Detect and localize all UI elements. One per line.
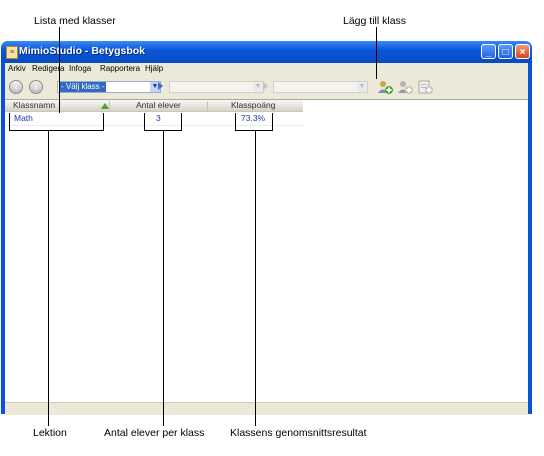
menu-hjalp[interactable]: Hjälp (145, 64, 163, 73)
callout-line-add-class (376, 27, 377, 79)
callout-bracket-lesson (9, 113, 10, 130)
class-select[interactable]: - Välj klass - ▼ (57, 81, 161, 93)
class-score-cell: 73.3% (241, 113, 266, 123)
callout-bracket-lesson (103, 113, 104, 131)
callout-bracket-lesson (9, 130, 104, 131)
callout-bracket-average (235, 130, 273, 131)
class-name-cell[interactable]: Math (14, 113, 33, 124)
callout-line-class-list (59, 27, 60, 113)
callout-lesson: Lektion (33, 427, 67, 439)
app-logo-icon: ≡ (6, 46, 18, 59)
menu-bar: Arkiv Redigera Infoga Rapportera Hjälp (5, 63, 528, 77)
forward-icon[interactable]: › (29, 80, 43, 94)
toolbar: ‹ › - Välj klass - ▼ ▼ ▼ (5, 77, 528, 99)
maximize-button[interactable]: □ (498, 44, 513, 59)
class-select-value: - Välj klass - (60, 82, 106, 92)
go-arrow-icon[interactable] (158, 82, 163, 90)
column-divider[interactable] (207, 101, 208, 110)
column-divider[interactable] (109, 101, 110, 110)
add-lesson-icon[interactable] (417, 79, 433, 95)
callout-student-count: Antal elever per klass (104, 427, 205, 439)
column-header-student-count[interactable]: Antal elever (136, 100, 181, 111)
window-title: MimioStudio - Betygsbok (19, 45, 145, 57)
status-bar (5, 402, 528, 415)
gradebook-table: Klassnamn Antal elever Klasspoäng Math 3… (5, 99, 528, 403)
client-area: Arkiv Redigera Infoga Rapportera Hjälp ‹… (5, 63, 528, 415)
table-header: Klassnamn Antal elever Klasspoäng (5, 100, 303, 112)
callout-bracket-student-count (144, 113, 145, 130)
title-bar: ≡ MimioStudio - Betygsbok _ □ × (1, 41, 532, 63)
callout-bracket-average (272, 113, 273, 131)
menu-infoga[interactable]: Infoga (69, 64, 91, 73)
sort-ascending-icon[interactable] (101, 103, 109, 109)
student-select[interactable]: ▼ (273, 81, 368, 93)
chevron-down-icon[interactable]: ▼ (253, 82, 263, 92)
menu-rapportera[interactable]: Rapportera (100, 64, 140, 73)
callout-line-lesson (48, 130, 49, 426)
callout-bracket-average (235, 113, 236, 130)
callout-class-list: Lista med klasser (34, 15, 116, 27)
go-arrow-icon (263, 82, 268, 90)
callout-bracket-student-count (181, 113, 182, 131)
chevron-down-icon[interactable]: ▼ (357, 82, 367, 92)
add-class-icon[interactable] (377, 79, 393, 95)
add-student-icon[interactable] (397, 79, 413, 95)
student-count-cell: 3 (156, 113, 161, 123)
column-header-class-name[interactable]: Klassnamn (13, 100, 55, 111)
callout-add-class: Lägg till klass (343, 15, 407, 27)
close-button[interactable]: × (515, 44, 530, 59)
callout-average: Klassens genomsnittsresultat (230, 427, 367, 439)
column-header-class-score[interactable]: Klasspoäng (231, 100, 275, 111)
app-window: ≡ MimioStudio - Betygsbok _ □ × Arkiv Re… (1, 41, 532, 415)
menu-arkiv[interactable]: Arkiv (8, 64, 26, 73)
lesson-select[interactable]: ▼ (169, 81, 264, 93)
callout-line-average (255, 130, 256, 426)
callout-line-student-count (163, 130, 164, 426)
table-row[interactable]: Math 3 73.3% (5, 112, 303, 126)
back-icon[interactable]: ‹ (9, 80, 23, 94)
minimize-button[interactable]: _ (481, 44, 496, 59)
